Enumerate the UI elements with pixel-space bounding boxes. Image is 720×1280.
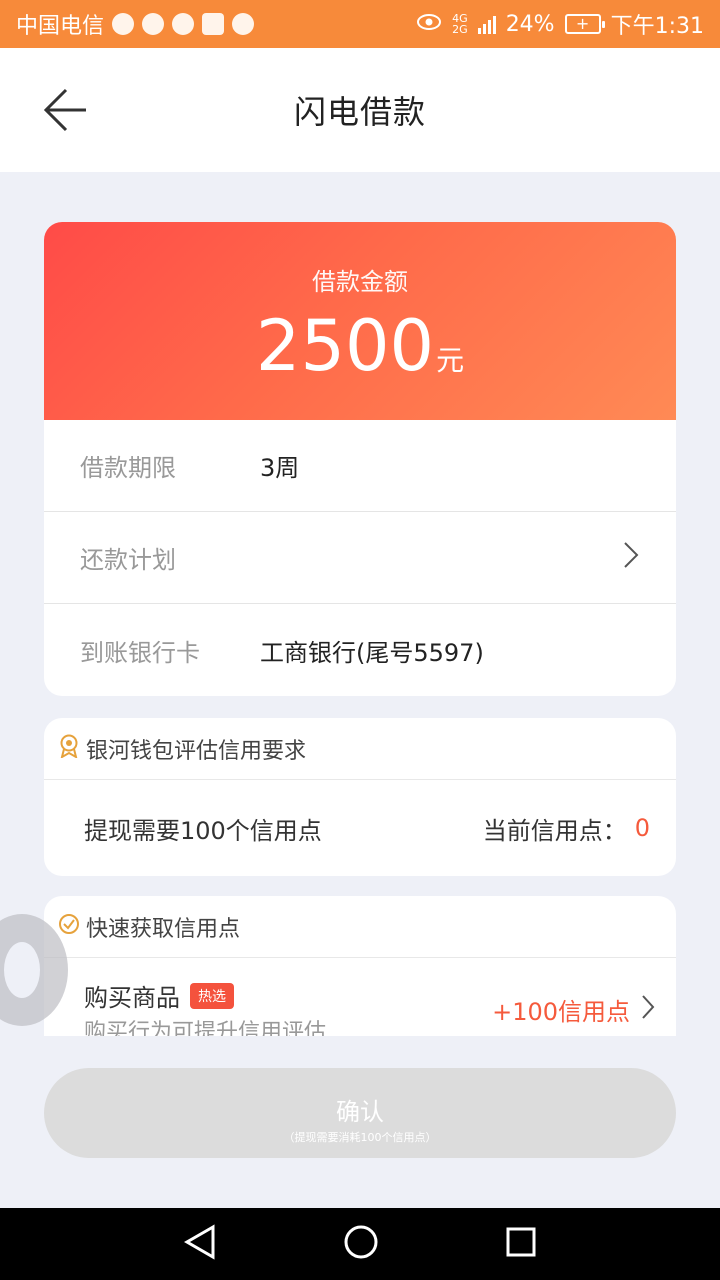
credit-requirement-text: 提现需要100个信用点	[84, 816, 322, 845]
buy-goods-points: +100信用点	[492, 998, 630, 1026]
status-bar: 中国电信 4G 2G 24% + 下午1:31	[0, 0, 720, 48]
chevron-right-icon	[640, 993, 656, 1027]
credit-requirement-header: 银河钱包评估信用要求	[44, 718, 676, 780]
confirm-button[interactable]: 确认 （提现需要消耗100个信用点）	[44, 1068, 676, 1158]
buy-goods-item[interactable]: 购买商品 热选 购买行为可提升信用评估 +100信用点	[44, 958, 676, 1036]
loan-term-value: 3周	[260, 454, 300, 482]
signal-icon	[477, 14, 496, 34]
quick-credit-header: 快速获取信用点	[44, 896, 676, 958]
amount-unit: 元	[436, 344, 465, 377]
buy-goods-title: 购买商品	[84, 984, 180, 1012]
credit-requirement-row: 提现需要100个信用点 当前信用点： 0	[44, 780, 676, 876]
loan-card: 借款金额 2500元 借款期限 3周 还款计划 到账银行卡 工商银行(尾号559…	[44, 222, 676, 696]
loan-term-row: 借款期限 3周	[44, 420, 676, 512]
nav-back-button[interactable]	[183, 1224, 217, 1264]
back-button[interactable]	[40, 86, 90, 134]
message-icon	[142, 13, 165, 35]
battery-percent: 24%	[505, 11, 555, 37]
battery-icon: +	[564, 14, 605, 34]
eye-icon	[416, 12, 442, 37]
medal-icon	[58, 734, 80, 764]
square-recents-icon	[506, 1227, 536, 1257]
credit-requirement-card: 银河钱包评估信用要求 提现需要100个信用点 当前信用点： 0	[44, 718, 676, 876]
loan-term-label: 借款期限	[80, 454, 176, 482]
check-circle-icon	[58, 913, 80, 941]
quick-credit-title: 快速获取信用点	[86, 916, 241, 942]
video-icon	[202, 13, 225, 35]
amount-label: 借款金额	[312, 268, 408, 296]
buy-goods-subtitle: 购买行为可提升信用评估	[84, 1020, 327, 1036]
bank-card-label: 到账银行卡	[80, 638, 200, 667]
bank-card-value: 工商银行(尾号5597)	[260, 638, 484, 667]
triangle-back-icon	[183, 1224, 215, 1260]
current-credit-label: 当前信用点：	[482, 816, 627, 845]
quick-credit-card: 快速获取信用点 购买商品 热选 购买行为可提升信用评估 +100信用点	[44, 896, 676, 1036]
cloud-icon	[112, 13, 135, 35]
bank-card-row: 到账银行卡 工商银行(尾号5597)	[44, 604, 676, 696]
amount-value: 2500	[255, 305, 435, 387]
confirm-label: 确认	[336, 1098, 384, 1126]
nav-home-button[interactable]	[343, 1224, 379, 1264]
loan-amount-panel: 借款金额 2500元	[44, 222, 676, 420]
chevron-right-icon	[622, 540, 640, 576]
squirrel-icon	[172, 13, 195, 35]
clock: 下午1:31	[610, 14, 704, 39]
repayment-plan-label: 还款计划	[80, 546, 176, 574]
confirm-note: （提现需要消耗100个信用点）	[283, 1131, 437, 1144]
app-icon	[232, 13, 255, 35]
repayment-plan-row[interactable]: 还款计划	[44, 512, 676, 604]
buy-goods-title-wrap: 购买商品 热选	[84, 978, 234, 1013]
hot-badge: 热选	[190, 982, 234, 1009]
arrow-left-icon	[43, 88, 86, 132]
nav-recents-button[interactable]	[505, 1226, 537, 1262]
credit-requirement-title: 银河钱包评估信用要求	[86, 738, 307, 764]
app-header: 闪电借款	[0, 48, 720, 172]
network-type: 4G 2G	[452, 12, 468, 36]
amount-value-wrap: 2500元	[44, 305, 676, 387]
page-title: 闪电借款	[293, 93, 426, 131]
buy-goods-points-wrap: +100信用点	[492, 992, 656, 1027]
current-credit-value: 0	[634, 814, 650, 842]
navigation-bar	[0, 1208, 720, 1280]
carrier-label: 中国电信	[16, 14, 105, 39]
circle-home-icon	[344, 1225, 378, 1259]
